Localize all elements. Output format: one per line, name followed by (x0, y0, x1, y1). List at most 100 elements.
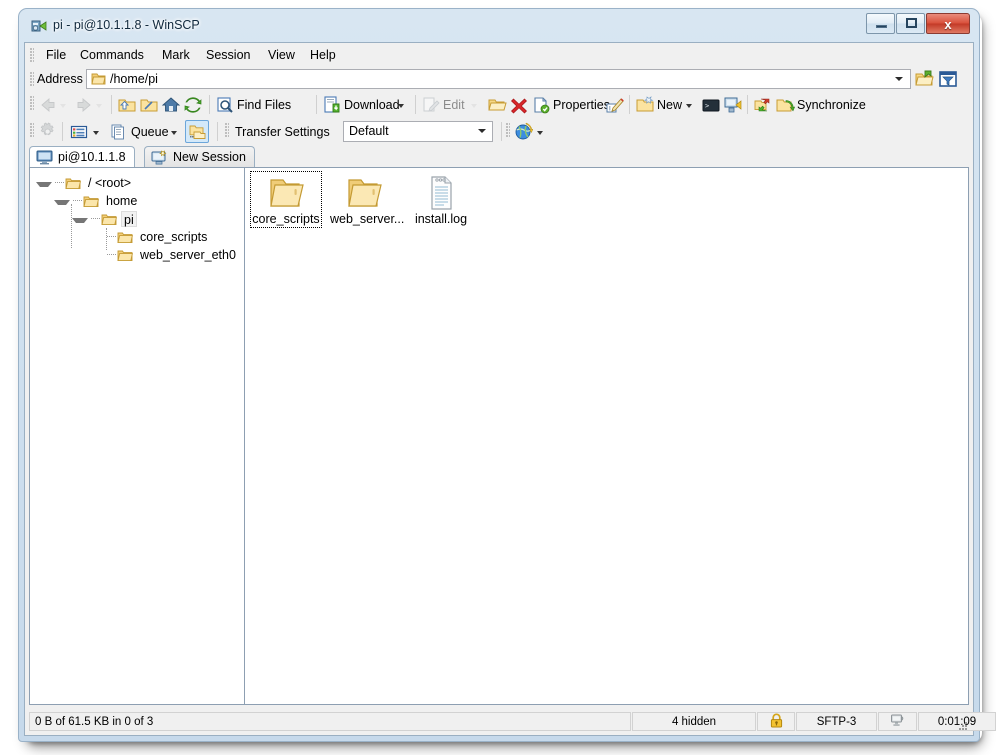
queue-button[interactable]: Queue (109, 120, 174, 143)
console-button[interactable]: > (701, 93, 721, 116)
folder-up-icon (117, 95, 137, 115)
putty-button[interactable] (723, 93, 743, 116)
toolbar-gripper[interactable] (30, 96, 34, 111)
close-button[interactable]: x (926, 13, 970, 34)
tab-session[interactable]: pi@10.1.1.8 (29, 146, 135, 167)
chevron-down-icon[interactable] (895, 77, 903, 81)
list-item-label: install.log (414, 212, 468, 227)
download-dropdown[interactable] (396, 93, 409, 116)
back-button[interactable] (38, 93, 58, 116)
folder-root-icon (139, 95, 159, 115)
expander-icon[interactable] (72, 218, 88, 223)
winscp-window: pi - pi@10.1.1.8 - WinSCP x File Command… (18, 8, 980, 742)
find-files-button[interactable]: Find Files (215, 93, 296, 116)
chevron-down-icon[interactable] (478, 129, 486, 133)
directory-tree[interactable]: / <root> home (29, 167, 247, 705)
expander-icon[interactable] (54, 200, 70, 205)
refresh-button[interactable] (183, 93, 203, 116)
properties-button[interactable]: Properties (531, 93, 615, 116)
new-dropdown[interactable] (684, 93, 697, 116)
minimize-icon (876, 25, 887, 28)
view-style-button[interactable] (69, 120, 89, 143)
desktop-background: pi - pi@10.1.1.8 - WinSCP x File Command… (0, 0, 996, 755)
menu-mark[interactable]: Mark (155, 43, 197, 67)
tree-node-root[interactable]: / <root> (36, 174, 134, 192)
tree-node-core-scripts[interactable]: core_scripts (106, 228, 210, 246)
delete-button[interactable] (509, 93, 529, 116)
maximize-button[interactable] (896, 13, 925, 34)
download-icon (322, 95, 342, 115)
title-bar[interactable]: pi - pi@10.1.1.8 - WinSCP x (19, 9, 979, 42)
rename-icon: I (605, 95, 625, 115)
address-gripper[interactable] (30, 72, 34, 87)
preferences-button[interactable] (38, 120, 58, 143)
tree-node-label: / <root> (85, 175, 134, 191)
tree-node-label: pi (121, 211, 137, 227)
menu-view[interactable]: View (261, 43, 302, 67)
session-url-gripper[interactable] (506, 123, 510, 138)
forward-button[interactable] (74, 93, 94, 116)
transfer-settings-value: Default (349, 122, 389, 141)
parent-directory-button[interactable] (117, 93, 137, 116)
menu-file[interactable]: File (39, 43, 73, 67)
address-label: Address (37, 67, 83, 91)
edit-icon (421, 95, 441, 115)
new-session-icon (151, 150, 168, 165)
file-list-panel[interactable]: core_scripts web_server... (244, 167, 969, 705)
open-directory-button[interactable] (913, 68, 935, 90)
sync-browsing-icon (753, 95, 773, 115)
back-dropdown[interactable] (58, 93, 69, 116)
status-connection[interactable] (878, 712, 917, 731)
expander-icon[interactable] (36, 182, 52, 187)
tree-dotted-connector (107, 254, 116, 256)
tab-new-session[interactable]: New Session (144, 146, 255, 167)
edit-button[interactable]: Edit (421, 93, 470, 116)
filter-button[interactable] (937, 68, 959, 90)
new-button[interactable]: New (635, 93, 687, 116)
list-item[interactable]: core_scripts (251, 172, 321, 227)
queue-dropdown[interactable] (169, 120, 182, 143)
list-item-label: core_scripts (251, 212, 320, 227)
folder-icon (65, 176, 81, 190)
synchronize-button[interactable]: Synchronize (775, 93, 871, 116)
status-encryption[interactable] (757, 712, 795, 731)
tree-node-pi[interactable]: pi (72, 210, 137, 228)
resize-grip[interactable] (957, 720, 969, 732)
maximize-icon (906, 18, 917, 28)
open-session-url-dropdown[interactable] (535, 120, 548, 143)
transfer-settings-gripper[interactable] (225, 123, 229, 138)
minimize-button[interactable] (866, 13, 895, 34)
edit-dropdown[interactable] (469, 93, 482, 116)
download-button[interactable]: Download (322, 93, 405, 116)
open-folder-button[interactable] (487, 93, 507, 116)
tree-dotted-connector (73, 200, 82, 202)
queue-transfer-toggle[interactable] (185, 120, 209, 143)
tab-new-session-label: New Session (173, 150, 246, 164)
folder-icon (91, 72, 106, 86)
rename-button[interactable]: I (605, 93, 625, 116)
forward-dropdown[interactable] (94, 93, 105, 116)
tree-node-label: home (103, 193, 140, 209)
list-item[interactable]: web_server... (329, 172, 399, 227)
address-input[interactable]: /home/pi (86, 69, 911, 89)
folder-icon (101, 212, 117, 226)
tree-node-home[interactable]: home (54, 192, 140, 210)
list-item[interactable]: install.log (406, 172, 476, 227)
menu-session[interactable]: Session (199, 43, 257, 67)
folder-icon (117, 248, 133, 262)
view-style-dropdown[interactable] (91, 120, 104, 143)
transfer-toolbar-gripper[interactable] (30, 123, 34, 138)
menu-commands[interactable]: Commands (73, 43, 151, 67)
status-bar: 0 B of 61.5 KB in 0 of 3 4 hidden (25, 709, 973, 735)
transfer-settings-label: Transfer Settings (233, 120, 335, 143)
transfer-settings-select[interactable]: Default (343, 121, 493, 142)
open-folder-icon (487, 95, 507, 115)
synchronize-browsing-button[interactable] (753, 93, 773, 116)
menu-gripper[interactable] (30, 48, 34, 63)
tree-node-web-server-eth0[interactable]: web_server_eth0 (106, 246, 239, 264)
root-directory-button[interactable] (139, 93, 159, 116)
menu-help[interactable]: Help (303, 43, 343, 67)
open-session-url-button[interactable] (513, 120, 533, 143)
home-directory-button[interactable] (161, 93, 181, 116)
find-files-label: Find Files (235, 98, 296, 112)
